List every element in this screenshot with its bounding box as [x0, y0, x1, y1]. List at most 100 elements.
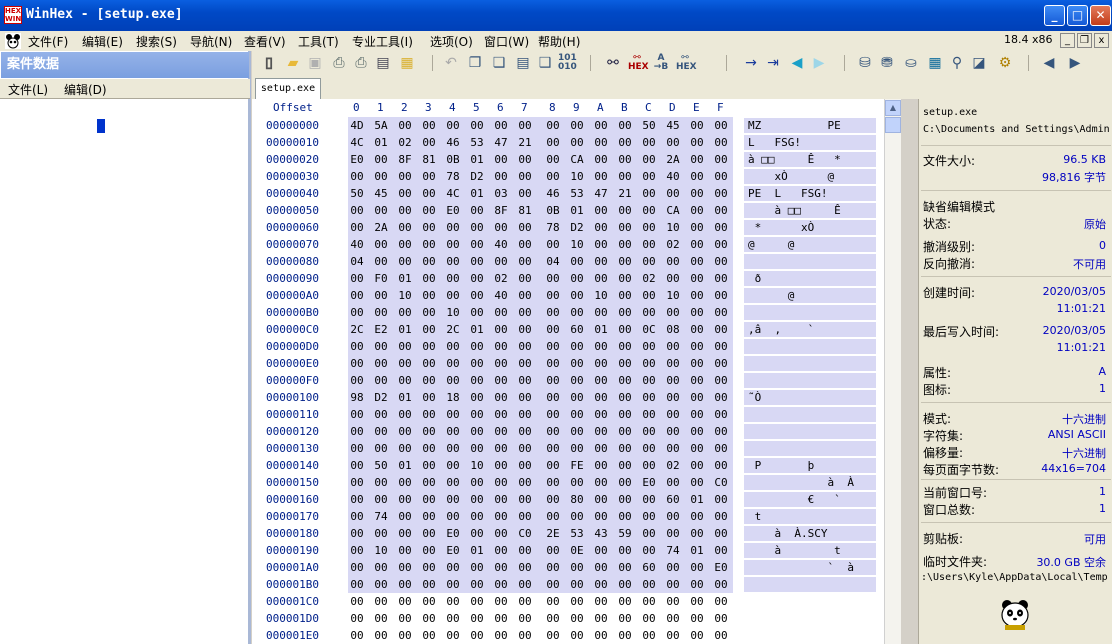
mdi-minimize-button[interactable]: _: [1060, 33, 1075, 48]
replace-hex-icon[interactable]: ⚯ HEX: [676, 54, 697, 72]
hex-row[interactable]: 00 00 00 00 78 D2 00 00 00 10 00 00 00 40 00 00: [348, 168, 733, 185]
hex-byte[interactable]: 00: [493, 578, 509, 591]
hex-byte[interactable]: 00: [397, 119, 413, 132]
hex-byte[interactable]: 00: [713, 323, 729, 336]
hex-byte[interactable]: 00: [373, 561, 389, 574]
hex-byte[interactable]: 00: [469, 442, 485, 455]
hex-byte[interactable]: 00: [569, 289, 585, 302]
hex-row[interactable]: E0 00 8F 81 0B 01 00 00 00 CA 00 00 00 2A 00 00: [348, 151, 733, 168]
hex-byte[interactable]: 00: [517, 544, 533, 557]
hex-byte[interactable]: 00: [517, 357, 533, 370]
hex-byte[interactable]: 00: [517, 289, 533, 302]
hex-byte[interactable]: 00: [469, 425, 485, 438]
hex-byte[interactable]: 00: [517, 119, 533, 132]
hex-byte[interactable]: 00: [641, 187, 657, 200]
menu-tools[interactable]: 工具(T): [298, 33, 339, 50]
hex-byte[interactable]: 78: [545, 221, 561, 234]
hex-byte[interactable]: 00: [397, 442, 413, 455]
minimize-button[interactable]: _: [1044, 5, 1065, 26]
hex-byte[interactable]: 81: [517, 204, 533, 217]
ascii-row[interactable]: @: [744, 288, 876, 303]
hex-byte[interactable]: 00: [617, 391, 633, 404]
hex-byte[interactable]: 00: [493, 170, 509, 183]
hex-byte[interactable]: 00: [617, 272, 633, 285]
hex-byte[interactable]: 00: [349, 527, 365, 540]
hex-byte[interactable]: 00: [665, 408, 681, 421]
menu-search[interactable]: 搜索(S): [136, 33, 177, 50]
hex-byte[interactable]: 40: [493, 289, 509, 302]
ascii-row[interactable]: à □□ Ê: [744, 203, 876, 218]
hex-byte[interactable]: 00: [545, 476, 561, 489]
hex-byte[interactable]: 00: [713, 493, 729, 506]
hex-byte[interactable]: 00: [493, 527, 509, 540]
hex-byte[interactable]: 00: [517, 187, 533, 200]
hex-byte[interactable]: 02: [641, 272, 657, 285]
hex-byte[interactable]: 00: [593, 204, 609, 217]
hex-byte[interactable]: 00: [689, 374, 705, 387]
hex-byte[interactable]: 60: [665, 493, 681, 506]
hex-row[interactable]: 00 00 00 00 00 00 00 00 00 00 00 00 00 00 00 00: [348, 406, 733, 423]
hex-byte[interactable]: 00: [545, 119, 561, 132]
hex-row[interactable]: 2C E2 01 00 2C 01 00 00 00 60 01 00 0C 08 00 00: [348, 321, 733, 338]
hex-byte[interactable]: 00: [445, 476, 461, 489]
ascii-row[interactable]: [744, 339, 876, 354]
hex-byte[interactable]: 00: [445, 289, 461, 302]
hex-byte[interactable]: 8F: [493, 204, 509, 217]
hex-byte[interactable]: 00: [421, 374, 437, 387]
ascii-row[interactable]: [744, 424, 876, 439]
hex-byte[interactable]: 59: [617, 527, 633, 540]
hex-byte[interactable]: 98: [349, 391, 365, 404]
hex-byte[interactable]: 00: [373, 442, 389, 455]
hex-byte[interactable]: 00: [641, 493, 657, 506]
hex-byte[interactable]: 00: [689, 272, 705, 285]
hex-byte[interactable]: 00: [469, 204, 485, 217]
hex-byte[interactable]: 0C: [641, 323, 657, 336]
prev-window-icon[interactable]: ◀: [1040, 54, 1058, 72]
hex-byte[interactable]: 00: [617, 425, 633, 438]
tab-setup-exe[interactable]: setup.exe: [255, 78, 321, 99]
hex-byte[interactable]: 00: [641, 238, 657, 251]
scroll-up-button[interactable]: ▲: [885, 100, 901, 116]
hex-byte[interactable]: 00: [421, 357, 437, 370]
hex-byte[interactable]: 00: [373, 204, 389, 217]
hex-byte[interactable]: 00: [617, 204, 633, 217]
hex-byte[interactable]: 21: [617, 187, 633, 200]
hex-byte[interactable]: 00: [421, 238, 437, 251]
hex-byte[interactable]: 00: [493, 510, 509, 523]
settings-icon[interactable]: ⚙: [996, 54, 1014, 72]
hex-byte[interactable]: 00: [469, 408, 485, 421]
hex-byte[interactable]: C0: [713, 476, 729, 489]
hex-byte[interactable]: 00: [665, 425, 681, 438]
hex-row[interactable]: 00 F0 01 00 00 00 02 00 00 00 00 00 02 00 00 00: [348, 270, 733, 287]
hex-byte[interactable]: 00: [713, 187, 729, 200]
hex-byte[interactable]: 00: [397, 527, 413, 540]
hex-byte[interactable]: 00: [569, 357, 585, 370]
hex-byte[interactable]: 03: [493, 187, 509, 200]
back-icon[interactable]: ◀: [788, 54, 806, 72]
hex-byte[interactable]: 00: [421, 340, 437, 353]
ascii-row[interactable]: [744, 407, 876, 422]
hex-byte[interactable]: 00: [545, 289, 561, 302]
hex-byte[interactable]: 00: [569, 425, 585, 438]
hex-byte[interactable]: 00: [397, 493, 413, 506]
hex-byte[interactable]: 01: [397, 459, 413, 472]
hex-byte[interactable]: 00: [665, 340, 681, 353]
hex-byte[interactable]: 00: [713, 153, 729, 166]
hex-byte[interactable]: 00: [493, 374, 509, 387]
hex-byte[interactable]: 00: [493, 357, 509, 370]
tape-icon[interactable]: ⛀: [902, 54, 920, 72]
hex-byte[interactable]: 00: [713, 272, 729, 285]
hex-byte[interactable]: 00: [593, 136, 609, 149]
hex-byte[interactable]: 00: [421, 578, 437, 591]
hex-byte[interactable]: 00: [517, 442, 533, 455]
hex-byte[interactable]: 00: [445, 255, 461, 268]
ascii-row[interactable]: à À.SCY: [744, 526, 876, 541]
close-button[interactable]: ✕: [1090, 5, 1111, 26]
copy-icon[interactable]: ❐: [466, 54, 484, 72]
ascii-row[interactable]: [744, 373, 876, 388]
hex-byte[interactable]: 00: [517, 561, 533, 574]
hex-byte[interactable]: 10: [593, 289, 609, 302]
convert-icon[interactable]: 101 010: [558, 54, 577, 72]
hex-byte[interactable]: 00: [665, 136, 681, 149]
hex-byte[interactable]: 10: [569, 238, 585, 251]
